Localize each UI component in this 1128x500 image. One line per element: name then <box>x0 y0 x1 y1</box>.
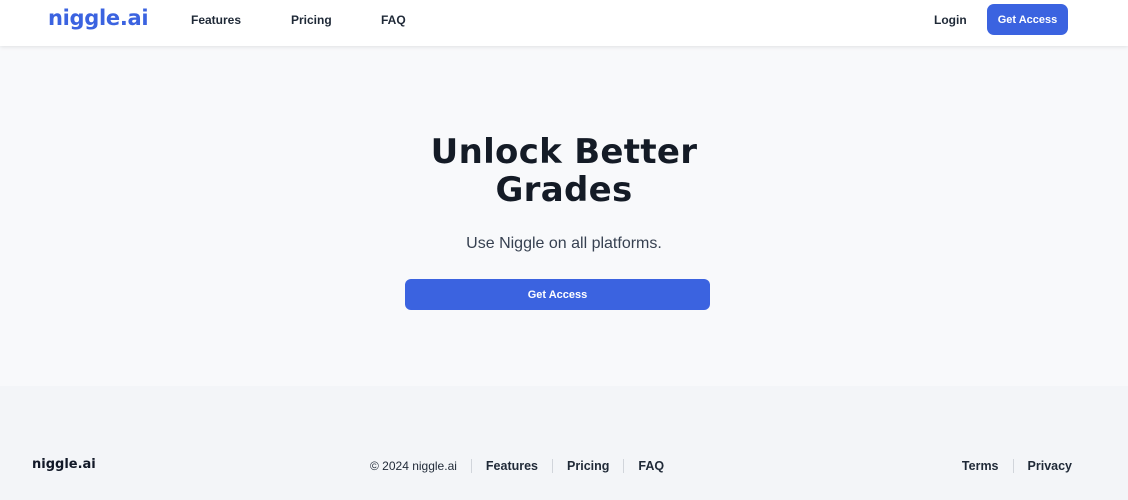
footer-features-link[interactable]: Features <box>486 459 538 473</box>
header-get-access-button[interactable]: Get Access <box>987 4 1068 35</box>
nav-pricing-link[interactable]: Pricing <box>291 13 332 27</box>
hero-section: Unlock Better Grades Use Niggle on all p… <box>0 46 1128 386</box>
footer-faq-link[interactable]: FAQ <box>638 459 664 473</box>
footer-center-links: © 2024 niggle.ai Features Pricing FAQ <box>370 457 664 475</box>
footer-privacy-link[interactable]: Privacy <box>1028 459 1072 473</box>
site-header: niggle.ai Features Pricing FAQ Login Get… <box>0 0 1128 46</box>
footer-copyright: © 2024 niggle.ai <box>370 459 457 473</box>
hero-subtitle: Use Niggle on all platforms. <box>466 235 662 252</box>
footer-terms-link[interactable]: Terms <box>962 459 999 473</box>
hero-get-access-button[interactable]: Get Access <box>405 279 710 310</box>
nav-faq-link[interactable]: FAQ <box>381 13 406 27</box>
hero-title-line-1: Unlock Better <box>430 132 698 172</box>
site-footer: niggle.ai © 2024 niggle.ai Features Pric… <box>0 386 1128 500</box>
login-link[interactable]: Login <box>934 13 967 27</box>
footer-brand-logo[interactable]: niggle.ai <box>32 457 96 472</box>
footer-divider <box>623 459 625 473</box>
hero-title: Unlock Better Grades <box>0 133 1128 209</box>
footer-pricing-link[interactable]: Pricing <box>567 459 609 473</box>
footer-legal-links: Terms Privacy <box>962 457 1072 475</box>
footer-divider <box>470 459 472 473</box>
footer-divider <box>552 459 554 473</box>
brand-logo[interactable]: niggle.ai <box>48 6 149 30</box>
hero-title-line-2: Grades <box>495 170 633 210</box>
footer-divider <box>1012 459 1014 473</box>
nav-features-link[interactable]: Features <box>191 13 241 27</box>
